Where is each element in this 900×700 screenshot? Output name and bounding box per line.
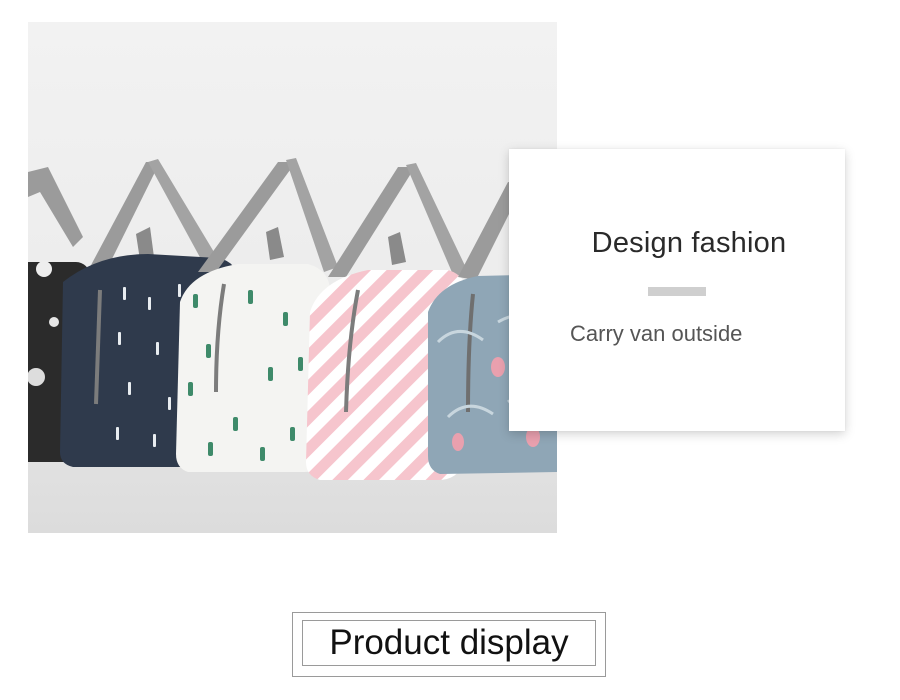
feature-card: Design fashion Carry van outside [509, 149, 845, 431]
product-photo [28, 22, 557, 533]
card-subtitle: Carry van outside [570, 321, 743, 346]
lunch-bags-illustration [28, 22, 557, 533]
card-title: Design fashion [591, 227, 787, 259]
product-display-heading: Product display [302, 620, 596, 666]
card-divider [648, 287, 706, 296]
